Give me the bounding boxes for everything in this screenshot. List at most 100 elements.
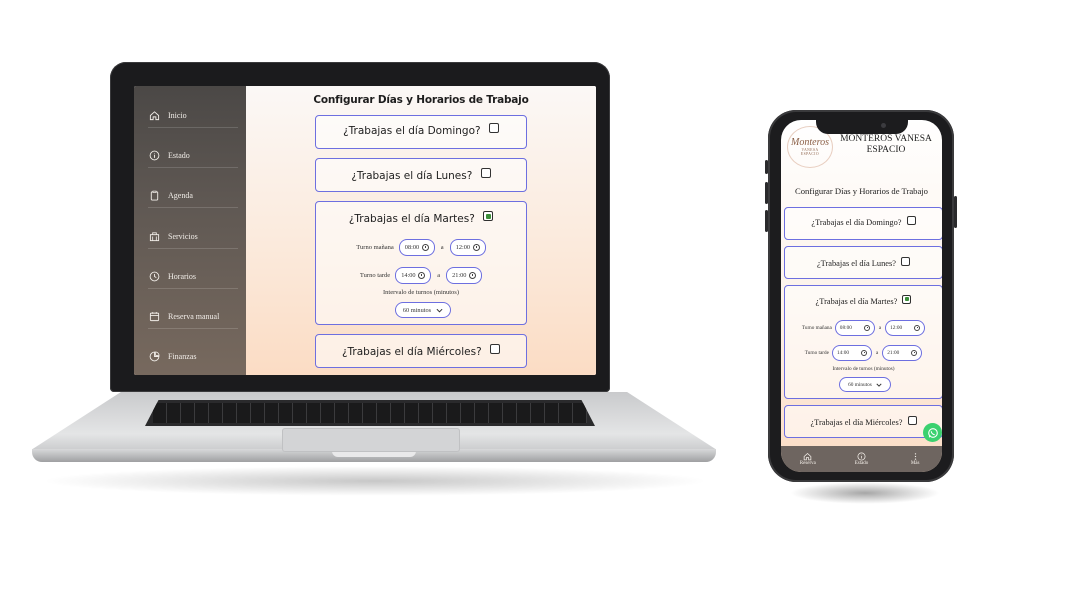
afternoon-shift-label: Turno tarde xyxy=(804,350,829,356)
day-card-miercoles: ¿Trabajas el día Miércoles? xyxy=(315,334,527,368)
clock-icon xyxy=(418,272,426,279)
interval-label: Intervalo de turnos (minutos) xyxy=(832,366,895,372)
phone-side-button xyxy=(765,210,768,232)
day-question: ¿Trabajas el día Martes? xyxy=(348,213,475,225)
laptop-shadow xyxy=(40,466,710,496)
main-content: Configurar Días y Horarios de Trabajo ¿T… xyxy=(246,86,596,375)
nav-label: Más xyxy=(910,461,920,466)
interval-label: Intervalo de turnos (minutos) xyxy=(383,289,459,296)
checkbox-lunes[interactable] xyxy=(901,256,911,266)
phone-shadow xyxy=(790,482,940,504)
phone-power-button xyxy=(954,196,957,228)
sidebar: Inicio Estado Agenda Servicios Horarios xyxy=(134,86,246,375)
day-card-lunes: ¿Trabajas el día Lunes? xyxy=(315,158,527,192)
day-question: ¿Trabajas el día Miércoles? xyxy=(341,346,482,358)
range-separator: a xyxy=(437,272,441,279)
nav-item-reserva[interactable]: Reserva xyxy=(781,446,835,472)
phone-screen: Monteros VANESA ESPACIO MONTEROS VANESA … xyxy=(781,120,942,472)
clock-icon xyxy=(469,272,477,279)
phone-notch xyxy=(816,118,908,134)
checkbox-martes[interactable] xyxy=(483,211,494,221)
camera-icon xyxy=(881,123,886,128)
morning-shift-label: Turno mañana xyxy=(801,325,832,331)
afternoon-to-input[interactable]: 21:00 xyxy=(446,267,483,284)
phone-side-button xyxy=(765,160,768,174)
sidebar-item-label: Horarios xyxy=(168,271,196,281)
day-question: ¿Trabajas el día Lunes? xyxy=(816,259,896,268)
sidebar-item-label: Servicios xyxy=(168,231,198,241)
sidebar-item-horarios[interactable]: Horarios xyxy=(148,264,238,289)
afternoon-shift-row: Turno tarde 14:00 a 21:00 xyxy=(316,267,526,284)
afternoon-shift-row: Turno tarde 14:00 a 21:00 xyxy=(785,345,942,361)
morning-from-input[interactable]: 08:00 xyxy=(834,320,875,336)
nav-label: Reserva xyxy=(799,461,816,466)
morning-shift-row: Turno mañana 08:00 a 12:00 xyxy=(316,239,526,256)
home-icon xyxy=(148,109,160,121)
morning-shift-label: Turno mañana xyxy=(356,244,394,251)
pie-chart-icon xyxy=(148,350,160,362)
sidebar-item-label: Agenda xyxy=(168,190,193,200)
checkbox-miercoles[interactable] xyxy=(490,344,500,354)
sidebar-item-label: Estado xyxy=(168,150,190,160)
sidebar-item-finanzas[interactable]: Finanzas xyxy=(148,344,238,368)
whatsapp-icon xyxy=(927,427,938,438)
morning-to-input[interactable]: 12:00 xyxy=(885,320,926,336)
range-separator: a xyxy=(878,325,882,331)
checkbox-martes[interactable] xyxy=(902,294,912,304)
afternoon-shift-label: Turno tarde xyxy=(359,272,391,279)
laptop-keyboard xyxy=(145,400,595,426)
info-icon xyxy=(148,149,160,161)
day-question: ¿Trabajas el día Martes? xyxy=(815,297,898,306)
clipboard-icon xyxy=(148,189,160,201)
clock-icon xyxy=(860,350,867,356)
bottom-nav: Reserva Estado Más xyxy=(781,446,942,472)
interval-select[interactable]: 60 minutos xyxy=(839,377,891,392)
more-vertical-icon xyxy=(914,453,916,460)
afternoon-from-input[interactable]: 14:00 xyxy=(395,267,432,284)
sidebar-item-reserva-manual[interactable]: Reserva manual xyxy=(148,304,238,329)
nav-item-estado[interactable]: Estado xyxy=(835,446,889,472)
range-separator: a xyxy=(875,350,879,356)
sidebar-item-agenda[interactable]: Agenda xyxy=(148,183,238,208)
checkbox-miercoles[interactable] xyxy=(907,415,917,425)
page-title: Configurar Días y Horarios de Trabajo xyxy=(313,94,529,106)
nav-item-mas[interactable]: Más xyxy=(888,446,942,472)
clock-icon xyxy=(863,325,870,331)
morning-shift-row: Turno mañana 08:00 a 12:00 xyxy=(785,320,942,336)
brand-name: MONTEROS VANESA ESPACIO xyxy=(840,134,932,155)
interval-select[interactable]: 60 minutos xyxy=(395,302,451,318)
clock-icon xyxy=(421,244,429,251)
morning-to-input[interactable]: 12:00 xyxy=(449,239,486,256)
calendar-icon xyxy=(148,310,160,322)
morning-from-input[interactable]: 08:00 xyxy=(398,239,435,256)
sidebar-item-label: Inicio xyxy=(168,110,187,120)
chevron-down-icon xyxy=(876,383,882,387)
clock-icon xyxy=(914,325,921,331)
clock-icon xyxy=(911,350,918,356)
day-card-domingo: ¿Trabajas el día Domingo? xyxy=(784,207,942,240)
home-icon xyxy=(804,452,812,461)
page-title: Configurar Días y Horarios de Trabajo xyxy=(795,186,928,196)
day-card-martes: ¿Trabajas el día Martes? Turno mañana 08… xyxy=(315,201,527,325)
checkbox-domingo[interactable] xyxy=(488,123,499,133)
checkbox-lunes[interactable] xyxy=(480,168,491,178)
sidebar-item-estado[interactable]: Estado xyxy=(148,143,238,168)
checkbox-domingo[interactable] xyxy=(906,215,916,225)
range-separator: a xyxy=(440,244,444,251)
day-card-lunes: ¿Trabajas el día Lunes? xyxy=(784,246,942,279)
sidebar-item-servicios[interactable]: Servicios xyxy=(148,224,238,249)
sidebar-item-inicio[interactable]: Inicio xyxy=(148,103,238,128)
clock-icon xyxy=(148,270,160,282)
sidebar-item-label: Reserva manual xyxy=(168,311,220,321)
whatsapp-button[interactable] xyxy=(923,423,942,442)
afternoon-from-input[interactable]: 14:00 xyxy=(831,345,872,361)
laptop-trackpad xyxy=(282,428,460,452)
laptop-screen: Inicio Estado Agenda Servicios Horarios xyxy=(134,86,596,375)
sidebar-item-label: Finanzas xyxy=(168,351,197,361)
afternoon-to-input[interactable]: 21:00 xyxy=(882,345,923,361)
clock-icon xyxy=(472,244,480,251)
day-card-martes: ¿Trabajas el día Martes? Turno mañana 08… xyxy=(784,285,942,399)
info-icon xyxy=(857,452,866,461)
phone-side-button xyxy=(765,182,768,204)
chevron-down-icon xyxy=(436,308,443,313)
